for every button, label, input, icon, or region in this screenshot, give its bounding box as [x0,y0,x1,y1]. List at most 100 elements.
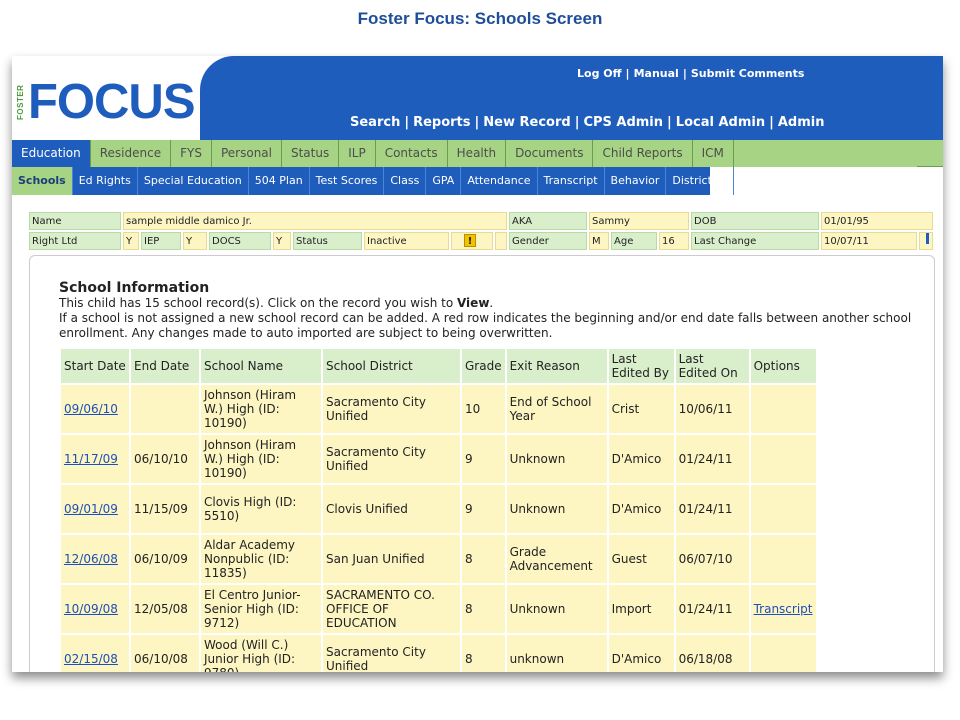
tab-health[interactable]: Health [447,140,507,167]
tab-fys[interactable]: FYS [171,140,212,167]
school-district-cell: Sacramento City Unified [323,385,460,433]
table-row[interactable]: 11/17/09 06/10/10 Johnson (Hiram W.) Hig… [61,435,816,483]
subtab-504-plan[interactable]: 504 Plan [249,167,310,195]
record-count-line: This child has 15 school record(s). Clic… [59,296,929,311]
end-date-cell: 11/15/09 [131,485,199,533]
table-row[interactable]: 12/06/08 06/10/09 Aldar Academy Nonpubli… [61,535,816,583]
col-school-district[interactable]: School District [323,349,460,383]
options-cell: Transcript [750,585,816,633]
start-date-cell: 11/17/09 [61,435,129,483]
start-date-link[interactable]: 02/15/08 [64,652,118,666]
last-edited-by-cell: Import [608,585,674,633]
grade-cell: 10 [462,385,505,433]
logo-foster-text: FOSTER [16,84,25,120]
gender-value: M [589,232,609,250]
tab-icm[interactable]: ICM [692,140,734,167]
col-start-date[interactable]: Start Date [61,349,129,383]
grade-cell: 9 [462,485,505,533]
student-summary: Name sample middle damico Jr. AKA Sammy … [29,212,935,252]
table-row[interactable]: 10/09/08 12/05/08 El Centro Junior-Senio… [61,585,816,633]
tab-child-reports[interactable]: Child Reports [593,140,693,167]
primary-tabs: Education Residence FYS Personal Status … [12,140,943,167]
status-value: Inactive [364,232,449,250]
last-edited-on-cell: 06/07/10 [675,535,749,583]
subtab-test-scores[interactable]: Test Scores [310,167,385,195]
scroll-stub-bar [926,233,929,244]
tab-bar-filler [733,140,917,167]
col-exit-reason[interactable]: Exit Reason [506,349,607,383]
start-date-link[interactable]: 12/06/08 [64,552,118,566]
start-date-link[interactable]: 10/09/08 [64,602,118,616]
col-last-edited-on[interactable]: Last Edited On [675,349,749,383]
subtab-schools[interactable]: Schools [12,167,73,195]
warning-cell: ! [451,232,493,250]
dob-value: 01/01/95 [821,212,933,230]
school-records-table: Start Date End Date School Name School D… [59,347,818,672]
school-record-note: If a school is not assigned a new school… [59,311,912,340]
end-date-cell: 06/10/10 [131,435,199,483]
subtab-special-education[interactable]: Special Education [138,167,249,195]
subtab-attendance[interactable]: Attendance [461,167,538,195]
tab-status[interactable]: Status [281,140,340,167]
tab-documents[interactable]: Documents [506,140,594,167]
last-edited-by-cell: Guest [608,535,674,583]
logo-focus-text: FOCUS [28,75,195,129]
school-name-cell: Wood (Will C.) Junior High (ID: 9780) [201,635,321,672]
table-row[interactable]: 09/01/09 11/15/09 Clovis High (ID: 5510)… [61,485,816,533]
subtab-class[interactable]: Class [384,167,427,195]
search-link[interactable]: Search [350,115,400,130]
col-school-name[interactable]: School Name [201,349,321,383]
end-date-cell: 06/10/09 [131,535,199,583]
record-count-suffix: . [489,296,494,310]
end-date-cell: 06/10/08 [131,635,199,672]
col-last-edited-by[interactable]: Last Edited By [608,349,674,383]
transcript-link[interactable]: Transcript [754,602,813,616]
tab-ilp[interactable]: ILP [339,140,376,167]
options-cell [750,485,816,533]
start-date-link[interactable]: 11/17/09 [64,452,118,466]
start-date-cell: 02/15/08 [61,635,129,672]
local-admin-link[interactable]: Local Admin [676,115,765,130]
exit-reason-cell: Grade Advancement [506,535,607,583]
age-value: 16 [659,232,689,250]
exit-reason-cell: Unknown [506,435,607,483]
app-window: FOSTER FOCUS Log Off | Manual | Submit Comme… [12,56,943,672]
col-options: Options [750,349,816,383]
col-end-date[interactable]: End Date [131,349,199,383]
subtab-ed-rights[interactable]: Ed Rights [73,167,138,195]
warning-icon[interactable]: ! [464,234,476,247]
col-grade[interactable]: Grade [462,349,505,383]
subtab-behavior[interactable]: Behavior [605,167,667,195]
start-date-link[interactable]: 09/01/09 [64,502,118,516]
cps-admin-link[interactable]: CPS Admin [583,115,663,130]
manual-link[interactable]: Manual [634,67,679,80]
reports-link[interactable]: Reports [413,115,470,130]
last-edited-on-cell: 10/06/11 [675,385,749,433]
subtab-transcript[interactable]: Transcript [538,167,605,195]
log-off-link[interactable]: Log Off [577,67,622,80]
new-record-link[interactable]: New Record [483,115,570,130]
tab-residence[interactable]: Residence [90,140,172,167]
school-name-cell: Johnson (Hiram W.) High (ID: 10190) [201,435,321,483]
subtab-gpa[interactable]: GPA [426,167,462,195]
start-date-link[interactable]: 09/06/10 [64,402,118,416]
docs-label: DOCS [209,232,271,250]
table-row[interactable]: 02/15/08 06/10/08 Wood (Will C.) Junior … [61,635,816,672]
record-count-view: View [456,296,490,310]
tab-personal[interactable]: Personal [211,140,282,167]
start-date-cell: 09/06/10 [61,385,129,433]
last-edited-on-cell: 01/24/11 [675,585,749,633]
table-row[interactable]: 09/06/10 Johnson (Hiram W.) High (ID: 10… [61,385,816,433]
tab-education[interactable]: Education [12,140,91,167]
submit-comments-link[interactable]: Submit Comments [691,67,805,80]
iep-label: IEP [141,232,181,250]
right-ltd-value: Y [123,232,139,250]
grade-cell: 8 [462,635,505,672]
start-date-cell: 12/06/08 [61,535,129,583]
docs-value: Y [273,232,291,250]
subtab-district-id[interactable]: District ID [666,167,735,195]
gender-label: Gender [509,232,587,250]
tab-contacts[interactable]: Contacts [375,140,448,167]
exit-reason-cell: Unknown [506,585,607,633]
admin-link[interactable]: Admin [778,115,825,130]
